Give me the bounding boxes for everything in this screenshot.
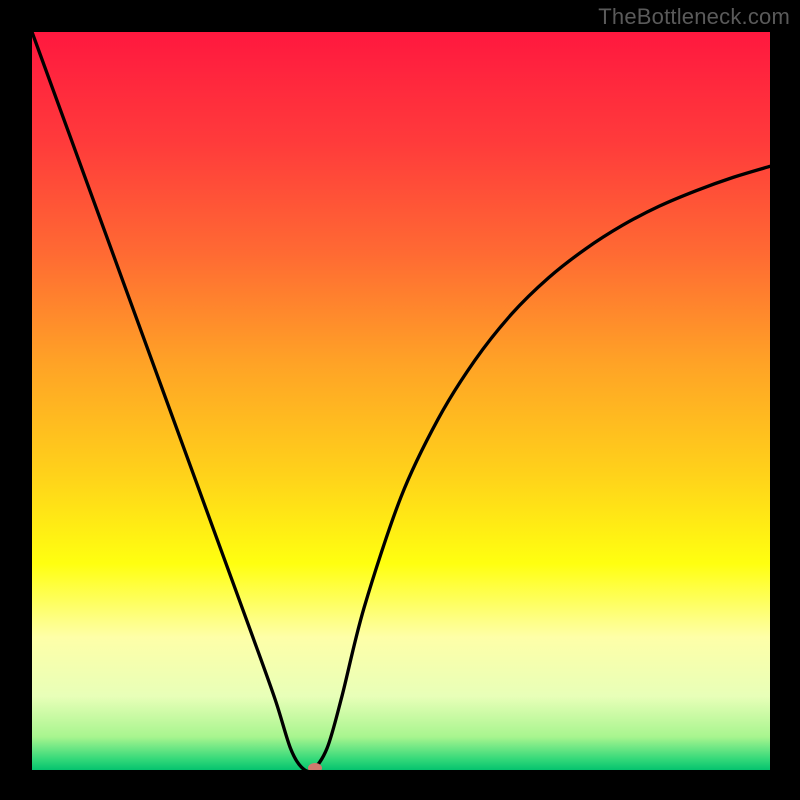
plot-area xyxy=(32,32,770,770)
optimum-marker xyxy=(308,763,322,770)
bottleneck-curve xyxy=(32,32,770,770)
curve-layer xyxy=(32,32,770,770)
watermark-text: TheBottleneck.com xyxy=(598,4,790,30)
chart-frame: TheBottleneck.com xyxy=(0,0,800,800)
